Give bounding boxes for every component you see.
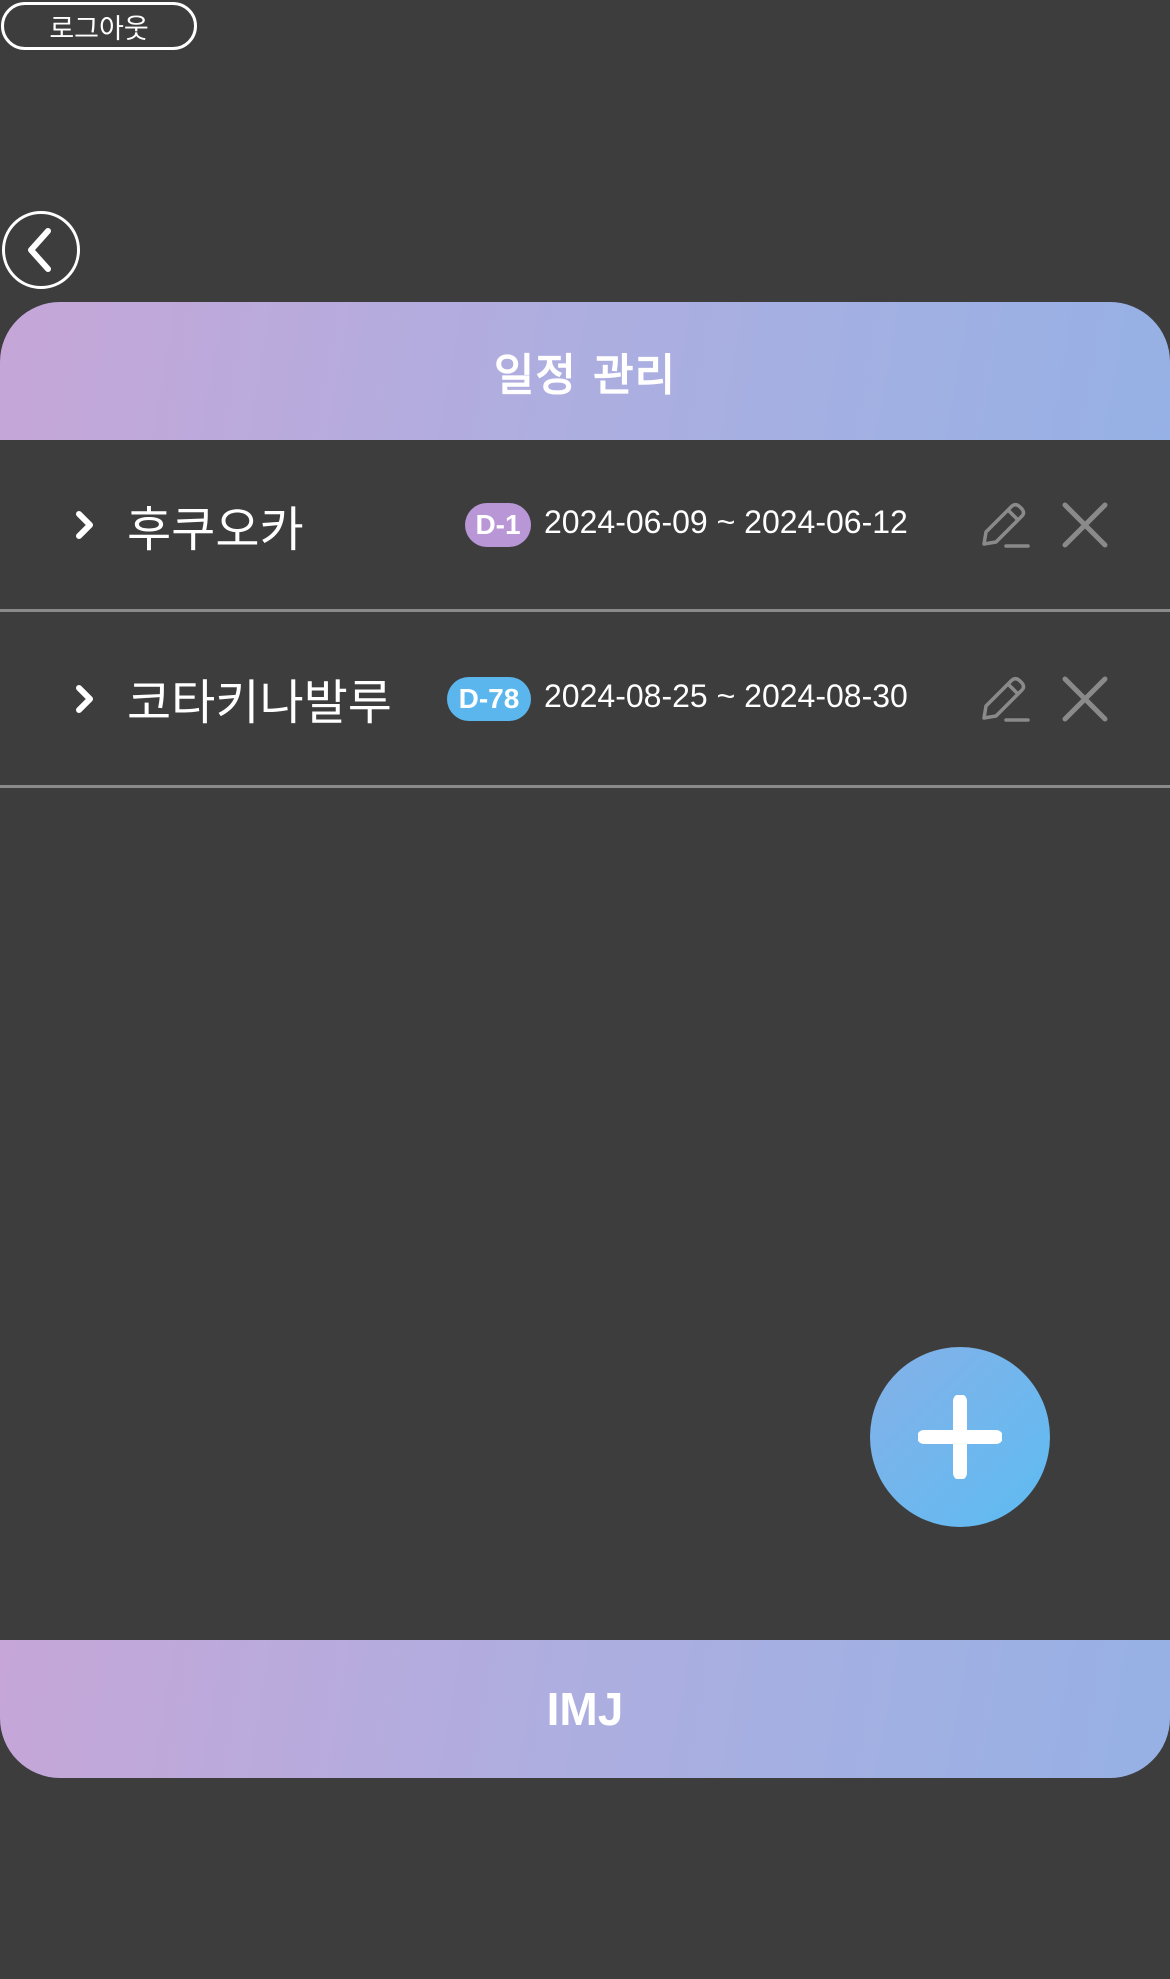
- trip-dates: 2024-08-25 ~ 2024-08-30: [544, 678, 908, 714]
- plus-icon: [918, 1395, 1002, 1479]
- chevron-right-icon[interactable]: [74, 612, 96, 785]
- logout-button[interactable]: 로그아웃: [1, 2, 197, 50]
- close-icon: [1062, 502, 1108, 548]
- trip-row[interactable]: 후쿠오카 D-1 2024-06-09 ~ 2024-06-12: [0, 440, 1170, 612]
- edit-button[interactable]: [975, 671, 1031, 727]
- add-trip-button[interactable]: [870, 1347, 1050, 1527]
- page-title: 일정 관리: [493, 350, 677, 401]
- dday-badge: D-1: [465, 503, 531, 547]
- footer-bar: IMJ: [0, 1640, 1170, 1778]
- close-icon: [1062, 676, 1108, 722]
- delete-button[interactable]: [1057, 497, 1113, 553]
- dday-badge: D-78: [447, 677, 531, 721]
- trip-row[interactable]: 코타키나발루 D-78 2024-08-25 ~ 2024-08-30: [0, 612, 1170, 788]
- trip-name: 후쿠오카: [127, 502, 304, 558]
- pencil-icon: [982, 676, 1030, 722]
- delete-button[interactable]: [1057, 671, 1113, 727]
- pencil-icon: [982, 502, 1030, 548]
- trip-name: 코타키나발루: [127, 675, 392, 731]
- schedule-header: 일정 관리: [0, 302, 1170, 440]
- chevron-right-icon[interactable]: [74, 440, 96, 609]
- trip-dates: 2024-06-09 ~ 2024-06-12: [544, 504, 908, 540]
- edit-button[interactable]: [975, 497, 1031, 553]
- chevron-left-icon: [28, 228, 51, 272]
- back-button[interactable]: [2, 211, 80, 289]
- footer-brand: IMJ: [546, 1683, 624, 1735]
